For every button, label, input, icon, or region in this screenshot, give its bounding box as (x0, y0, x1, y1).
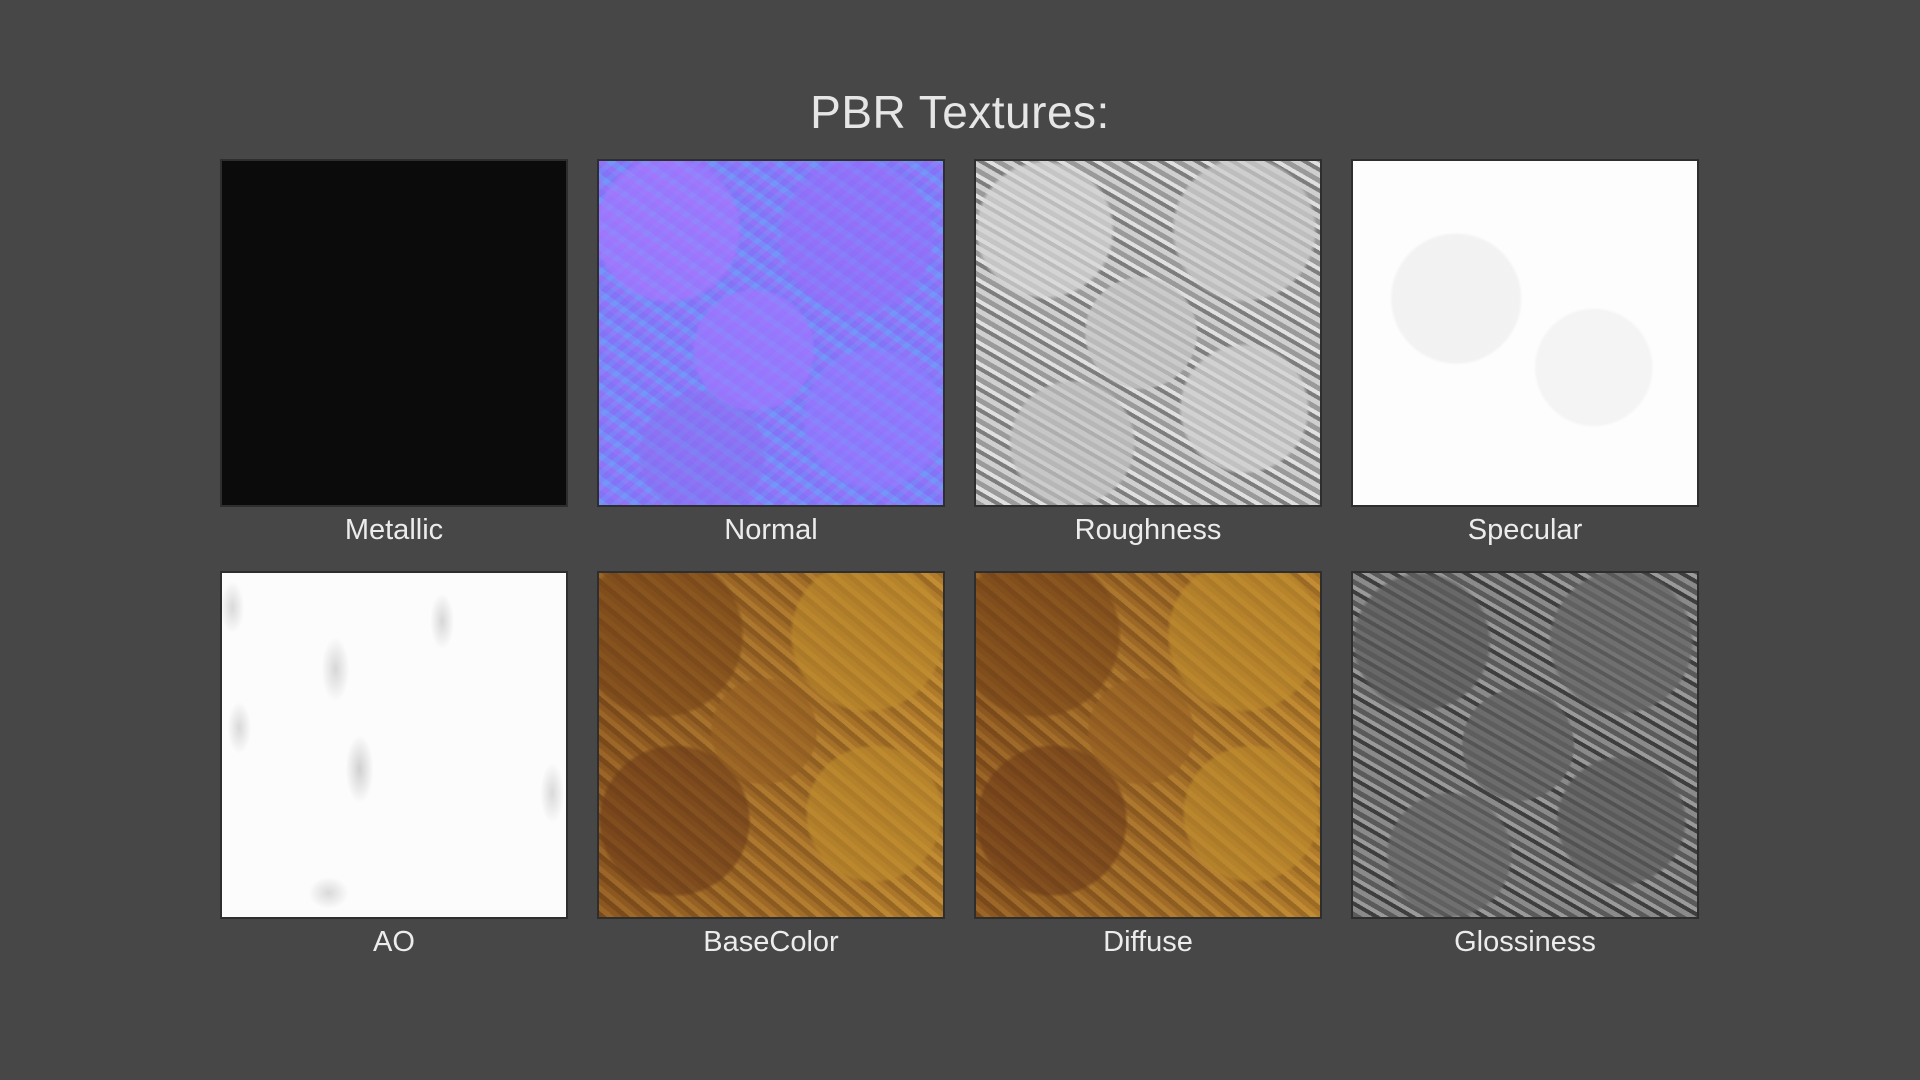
basecolor-texture-swatch (597, 571, 945, 919)
texture-label: Diffuse (1103, 926, 1193, 958)
texture-sheet: PBR Textures: Metallic Normal Roughness … (0, 0, 1920, 1080)
page-title: PBR Textures: (810, 86, 1110, 138)
glossiness-texture-swatch (1351, 571, 1699, 919)
texture-label: Normal (724, 514, 818, 546)
texture-tile-normal: Normal (597, 159, 945, 548)
texture-tile-metallic: Metallic (220, 159, 568, 548)
ao-texture-swatch (220, 571, 568, 919)
texture-tile-basecolor: BaseColor (597, 571, 945, 960)
texture-tile-diffuse: Diffuse (974, 571, 1322, 960)
roughness-texture-swatch (974, 159, 1322, 507)
texture-tile-glossiness: Glossiness (1351, 571, 1699, 960)
texture-label: Roughness (1074, 514, 1222, 546)
texture-label: Specular (1467, 514, 1583, 546)
texture-label: AO (373, 926, 415, 958)
texture-label: BaseColor (703, 926, 839, 958)
texture-label: Metallic (344, 514, 444, 546)
texture-tile-ao: AO (220, 571, 568, 960)
normal-texture-swatch (597, 159, 945, 507)
specular-texture-swatch (1351, 159, 1699, 507)
texture-label: Glossiness (1454, 926, 1596, 958)
metallic-texture-swatch (220, 159, 568, 507)
diffuse-texture-swatch (974, 571, 1322, 919)
texture-tile-specular: Specular (1351, 159, 1699, 548)
texture-tile-roughness: Roughness (974, 159, 1322, 548)
